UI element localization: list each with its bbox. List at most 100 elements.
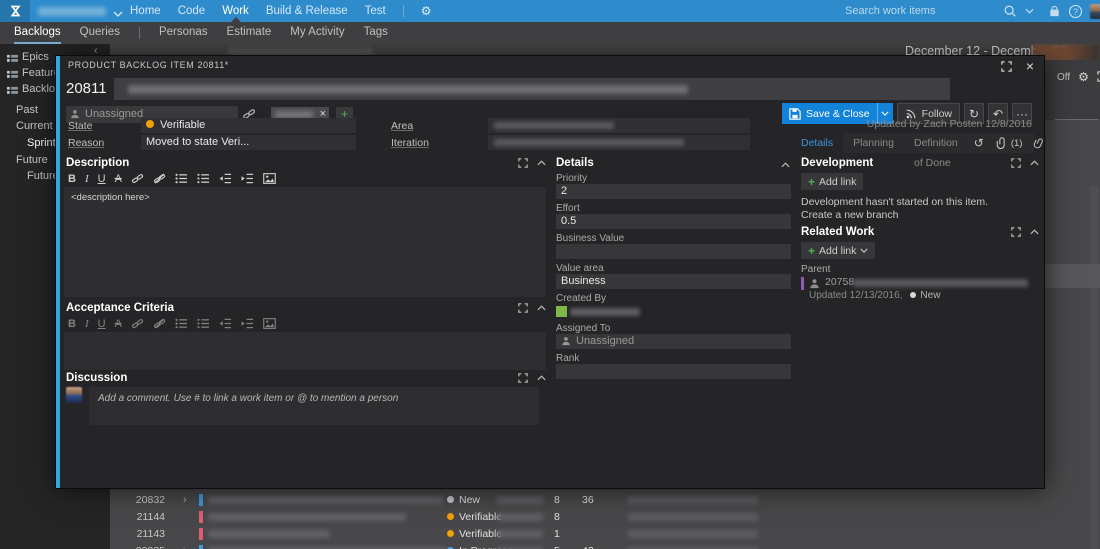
tab-planning[interactable]: Planning <box>843 133 904 153</box>
italic-icon[interactable]: I <box>85 173 89 185</box>
comment-input[interactable]: Add a comment. Use # to link a work item… <box>89 387 539 425</box>
backlog-row[interactable]: 20935 › In Progress 5 42 <box>110 543 1100 549</box>
bullet-list-icon[interactable] <box>175 318 188 330</box>
insert-link-icon[interactable] <box>131 172 144 185</box>
parent-work-item-link[interactable]: 20758 <box>801 276 1041 291</box>
top-menu: Home Code Work Build & Release Test ⚙ <box>130 0 432 22</box>
remove-link-icon[interactable] <box>153 317 166 330</box>
tab-my-activity[interactable]: My Activity <box>290 22 344 44</box>
marketplace-bag-icon[interactable] <box>1048 5 1061 18</box>
top-menu-code[interactable]: Code <box>178 0 206 22</box>
tab-estimate[interactable]: Estimate <box>227 22 272 44</box>
top-menu-build-release[interactable]: Build & Release <box>266 0 348 22</box>
description-collapse-icon[interactable] <box>537 157 546 169</box>
acceptance-section-title: Acceptance Criteria <box>66 302 175 314</box>
clear-format-icon[interactable]: A <box>115 318 122 330</box>
acceptance-editor[interactable] <box>64 332 546 370</box>
bold-icon[interactable]: B <box>68 318 76 330</box>
live-updates-off-label[interactable]: Off <box>1057 72 1070 83</box>
indent-icon[interactable] <box>241 318 254 330</box>
top-menu-test[interactable]: Test <box>365 0 386 22</box>
area-field[interactable] <box>488 118 750 133</box>
assigned-to-label: Assigned To <box>556 323 611 334</box>
state-field[interactable]: Verifiable <box>141 118 356 133</box>
description-editor[interactable]: <description here> <box>64 187 546 297</box>
dialog-close-icon[interactable]: × <box>1026 59 1034 73</box>
value-area-field[interactable]: Business <box>556 274 791 289</box>
bullet-list-icon[interactable] <box>175 173 188 185</box>
priority-field[interactable]: 2 <box>556 184 791 199</box>
search-input[interactable]: Search work items <box>845 0 995 22</box>
description-maximize-icon[interactable] <box>518 157 528 169</box>
tab-personas[interactable]: Personas <box>159 22 208 44</box>
outdent-icon[interactable] <box>219 173 232 185</box>
details-collapse-icon[interactable] <box>781 159 790 171</box>
tab-tags[interactable]: Tags <box>364 22 388 44</box>
project-name-redacted[interactable] <box>38 7 106 16</box>
insert-link-icon[interactable] <box>131 317 144 330</box>
clear-format-icon[interactable]: A <box>115 173 122 185</box>
dialog-maximize-icon[interactable] <box>1001 60 1012 72</box>
discussion-maximize-icon[interactable] <box>518 372 528 384</box>
effort-field[interactable]: 0.5 <box>556 214 791 229</box>
business-value-field[interactable] <box>556 244 791 259</box>
top-menu-home[interactable]: Home <box>130 0 161 22</box>
insert-image-icon[interactable] <box>263 173 276 185</box>
underline-icon[interactable]: U <box>98 173 106 185</box>
project-chevron-down-icon[interactable] <box>113 8 123 20</box>
assigned-to-field[interactable]: Unassigned <box>556 334 791 349</box>
state-dot <box>146 120 154 128</box>
numbered-list-icon[interactable] <box>197 173 210 185</box>
tab-details[interactable]: Details <box>791 133 844 153</box>
tab-definition-of-done[interactable]: Definition of Done <box>904 133 968 169</box>
parent-label: Parent <box>801 264 831 275</box>
backlog-row[interactable]: 21143 Verifiable 1 <box>110 526 1100 542</box>
title-input[interactable] <box>114 78 950 100</box>
vs-logo[interactable]: ⋈ <box>0 0 30 22</box>
vs-logo-icon: ⋈ <box>8 4 23 18</box>
search-scope-chevron-icon[interactable] <box>1025 5 1034 17</box>
numbered-list-icon[interactable] <box>197 318 210 330</box>
acceptance-collapse-icon[interactable] <box>537 302 546 314</box>
backlog-row[interactable]: 21144 Verifiable 8 <box>110 509 1100 525</box>
search-icon[interactable] <box>1003 4 1017 18</box>
related-work-add-link-button[interactable]: + Add link <box>801 242 876 259</box>
work-item-type-bar <box>199 494 203 506</box>
description-content: <description here> <box>71 192 150 203</box>
related-work-maximize-icon[interactable] <box>1011 226 1021 238</box>
admin-gear-icon[interactable]: ⚙ <box>421 0 432 22</box>
development-add-link-button[interactable]: + Add link <box>801 173 864 190</box>
development-collapse-icon[interactable] <box>1030 157 1039 169</box>
bold-icon[interactable]: B <box>68 173 76 185</box>
related-work-collapse-icon[interactable] <box>1030 226 1039 238</box>
outdent-icon[interactable] <box>219 318 232 330</box>
sprint-breadcrumb-redacted <box>228 48 373 55</box>
attachments-paperclip-icon[interactable] <box>996 137 1008 149</box>
development-maximize-icon[interactable] <box>1011 157 1021 169</box>
top-menu-work[interactable]: Work <box>222 0 249 22</box>
created-by-field[interactable] <box>556 304 791 319</box>
create-branch-link[interactable]: Create a new branch <box>801 209 898 221</box>
links-clip-icon[interactable] <box>1032 135 1047 151</box>
row-title-redacted <box>208 513 406 521</box>
acceptance-maximize-icon[interactable] <box>518 302 528 314</box>
discussion-collapse-icon[interactable] <box>537 372 546 384</box>
expand-row-icon[interactable]: › <box>183 543 187 549</box>
backlog-row[interactable]: 20832 › New 8 36 <box>110 492 1100 508</box>
indent-icon[interactable] <box>241 173 254 185</box>
rank-field[interactable] <box>556 364 791 379</box>
history-icon[interactable]: ↺ <box>974 136 984 150</box>
tab-backlogs[interactable]: Backlogs <box>14 22 61 44</box>
insert-image-icon[interactable] <box>263 318 276 330</box>
tab-queries[interactable]: Queries <box>80 22 120 44</box>
underline-icon[interactable]: U <box>98 318 106 330</box>
value-area-label: Value area <box>556 263 604 274</box>
reason-field[interactable]: Moved to state Veri... <box>141 135 356 150</box>
iteration-field[interactable] <box>488 135 750 150</box>
help-icon[interactable]: ? <box>1069 4 1082 18</box>
remove-link-icon[interactable] <box>153 172 166 185</box>
user-avatar[interactable] <box>1090 3 1100 19</box>
expand-row-icon[interactable]: › <box>183 492 187 508</box>
settings-gear-icon[interactable]: ⚙ <box>1078 70 1089 84</box>
italic-icon[interactable]: I <box>85 318 89 330</box>
